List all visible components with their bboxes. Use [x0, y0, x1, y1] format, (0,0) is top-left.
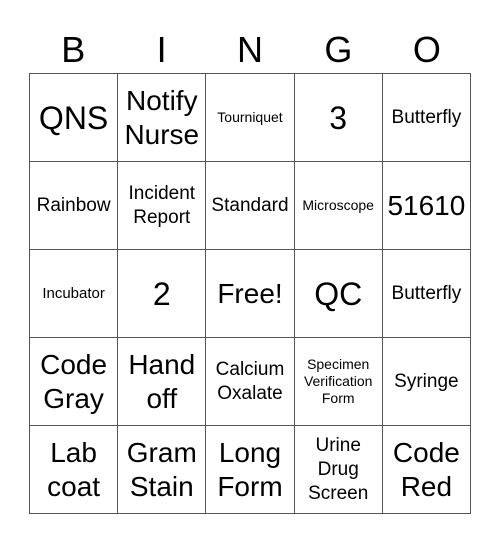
- bingo-cell[interactable]: Urine Drug Screen: [294, 426, 383, 514]
- cell-label: Long Form: [217, 436, 283, 502]
- bingo-cell[interactable]: Long Form: [206, 426, 295, 514]
- cell-label: Code Gray: [40, 348, 108, 414]
- cell-label: Microscope: [302, 197, 374, 213]
- cell-label: 3: [329, 99, 348, 136]
- cell-label: Hand off: [128, 348, 196, 414]
- cell-label: Butterfly: [391, 282, 462, 304]
- header-letter-b: B: [61, 29, 86, 70]
- cell-label: Tourniquet: [217, 109, 283, 125]
- bingo-cell[interactable]: Syringe: [382, 338, 471, 426]
- bingo-header: B I N G O: [29, 28, 471, 72]
- bingo-cell[interactable]: Lab coat: [30, 426, 119, 514]
- cell-label: Rainbow: [36, 194, 111, 216]
- bingo-cell[interactable]: 2: [118, 250, 207, 338]
- header-letter-n: N: [237, 29, 264, 70]
- cell-label: Gram Stain: [126, 436, 197, 502]
- bingo-cell[interactable]: Incubator: [30, 250, 119, 338]
- bingo-cell[interactable]: Code Red: [382, 426, 471, 514]
- header-letter-i: I: [156, 29, 167, 70]
- cell-label: Syringe: [394, 370, 459, 392]
- cell-label: Notify Nurse: [124, 84, 200, 150]
- cell-label: Lab coat: [47, 436, 101, 502]
- bingo-cell[interactable]: Butterfly: [382, 74, 471, 162]
- bingo-cell[interactable]: Notify Nurse: [118, 74, 207, 162]
- bingo-cell[interactable]: 51610: [382, 162, 471, 250]
- bingo-cell[interactable]: Incident Report: [118, 162, 207, 250]
- bingo-cell[interactable]: Standard: [206, 162, 295, 250]
- bingo-cell[interactable]: Specimen Verification Form: [294, 338, 383, 426]
- cell-label: Free!: [217, 277, 283, 309]
- cell-label: Butterfly: [391, 106, 462, 128]
- bingo-grid: QNS Notify Nurse Tourniquet 3 Butterfly Rainb…: [29, 73, 471, 514]
- bingo-cell[interactable]: Tourniquet: [206, 74, 295, 162]
- header-letter-o: O: [412, 29, 441, 70]
- cell-label: Calcium Oxalate: [215, 358, 285, 404]
- bingo-cell[interactable]: Butterfly: [382, 250, 471, 338]
- cell-label: 51610: [387, 189, 466, 221]
- bingo-cell[interactable]: Rainbow: [30, 162, 119, 250]
- bingo-cell[interactable]: 3: [294, 74, 383, 162]
- bingo-cell[interactable]: Hand off: [118, 338, 207, 426]
- cell-label: Urine Drug Screen: [308, 434, 369, 504]
- cell-label: Incident Report: [128, 182, 196, 228]
- cell-label: Specimen Verification Form: [303, 356, 373, 406]
- cell-label: Standard: [211, 194, 289, 216]
- bingo-cell[interactable]: QC: [294, 250, 383, 338]
- cell-label: QC: [314, 275, 363, 312]
- bingo-cell[interactable]: Code Gray: [30, 338, 119, 426]
- cell-label: 2: [152, 275, 171, 312]
- cell-label: Incubator: [42, 284, 105, 302]
- bingo-cell[interactable]: Calcium Oxalate: [206, 338, 295, 426]
- bingo-cell[interactable]: QNS: [30, 74, 119, 162]
- cell-label: Code Red: [392, 436, 460, 502]
- bingo-cell[interactable]: Gram Stain: [118, 426, 207, 514]
- bingo-cell[interactable]: Microscope: [294, 162, 383, 250]
- cell-label: QNS: [38, 99, 109, 136]
- header-letter-g: G: [324, 29, 353, 70]
- bingo-cell[interactable]: Free!: [206, 250, 295, 338]
